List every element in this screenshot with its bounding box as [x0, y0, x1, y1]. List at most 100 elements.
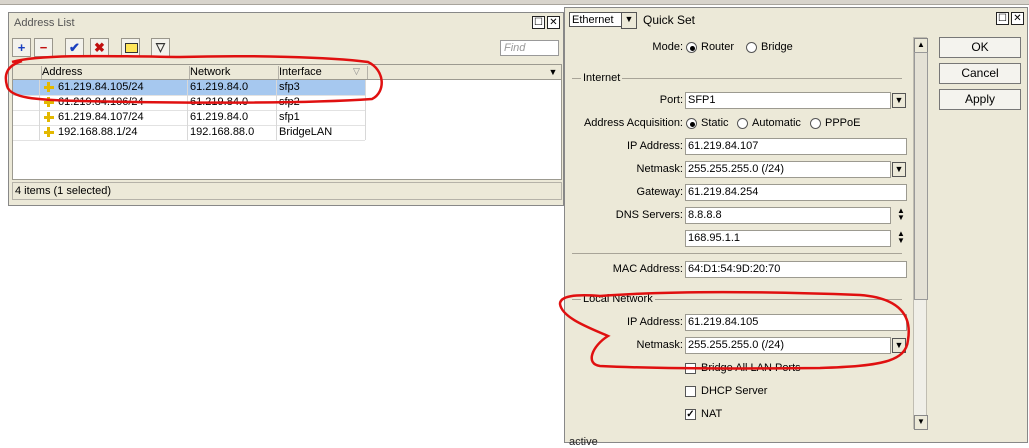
address-acquisition-label: Address Acquisition: [583, 117, 683, 129]
dns-server-2-input[interactable]: 168.95.1.1 [685, 230, 891, 247]
vertical-scrollbar[interactable]: ▲ ▼ [913, 37, 928, 430]
acq-pppoe-radio[interactable] [810, 118, 821, 129]
mode-bridge-label: Bridge [761, 41, 793, 53]
address-icon [44, 97, 54, 107]
netmask-label: Netmask: [636, 163, 683, 175]
mode-router-radio[interactable] [686, 42, 697, 53]
local-netmask-select[interactable]: 255.255.255.0 (/24) [685, 337, 891, 354]
dropdown-arrow-icon[interactable]: ▼ [892, 338, 906, 353]
ip-address-label: IP Address: [626, 140, 683, 152]
table-row[interactable]: 192.168.88.1/24 192.168.88.0 BridgeLAN [13, 125, 365, 141]
ip-address-input[interactable]: 61.219.84.107 [685, 138, 907, 155]
dropdown-arrow-icon[interactable]: ▼ [621, 12, 637, 29]
acq-pppoe-label: PPPoE [825, 117, 861, 129]
cell-address: 61.219.84.107/24 [58, 111, 144, 123]
internet-section-title: Internet [581, 72, 623, 84]
dhcp-server-checkbox[interactable] [685, 386, 696, 397]
local-ip-address-input[interactable]: 61.219.84.105 [685, 314, 907, 331]
gateway-label: Gateway: [636, 186, 683, 198]
column-divider [39, 80, 40, 140]
column-filter-icon[interactable]: ▽ [353, 66, 360, 77]
cell-network: 61.219.84.0 [190, 96, 249, 108]
scroll-down-arrow-icon[interactable]: ▼ [914, 415, 928, 430]
cell-address: 192.168.88.1/24 [58, 126, 138, 138]
remove-icon[interactable]: − [34, 38, 53, 57]
scroll-thumb[interactable] [914, 52, 928, 300]
table-row[interactable]: 61.219.84.105/24 61.219.84.0 sfp3 [13, 80, 365, 96]
status-bar: 4 items (1 selected) [12, 182, 562, 200]
column-address[interactable]: Address [40, 66, 190, 79]
cell-address: 61.219.84.105/24 [58, 81, 144, 93]
acq-static-label: Static [701, 117, 729, 129]
nat-label: NAT [701, 408, 723, 420]
bridge-all-lan-ports-checkbox[interactable] [685, 363, 696, 374]
cell-interface: sfp2 [279, 96, 300, 108]
address-list-titlebar[interactable]: Address List ☐ ✕ [9, 13, 563, 33]
maximize-button[interactable]: ☐ [996, 12, 1009, 25]
acq-automatic-radio[interactable] [737, 118, 748, 129]
window-title: Address List [14, 17, 75, 29]
table-row[interactable]: 61.219.84.107/24 61.219.84.0 sfp1 [13, 110, 365, 126]
dns-server-1-input[interactable]: 8.8.8.8 [685, 207, 891, 224]
gateway-input[interactable]: 61.219.84.254 [685, 184, 907, 201]
cell-interface: sfp3 [279, 81, 300, 93]
column-divider [276, 80, 277, 140]
dropdown-arrow-icon[interactable]: ▼ [892, 162, 906, 177]
mac-address-label: MAC Address: [612, 263, 683, 275]
address-icon [44, 112, 54, 122]
cell-network: 61.219.84.0 [190, 81, 249, 93]
comment-icon[interactable] [121, 38, 140, 57]
bridge-all-lan-ports-label: Bridge All LAN Ports [701, 362, 801, 374]
mode-label: Mode: [652, 41, 683, 53]
columns-dropdown-icon[interactable]: ▼ [546, 65, 560, 79]
port-label: Port: [659, 94, 683, 106]
section-divider [572, 253, 902, 254]
mac-address-input[interactable]: 64:D1:54:9D:20:70 [685, 261, 907, 278]
netmask-select[interactable]: 255.255.255.0 (/24) [685, 161, 891, 178]
dhcp-server-label: DHCP Server [701, 385, 768, 397]
cell-address: 61.219.84.106/24 [58, 96, 144, 108]
column-divider [365, 80, 366, 140]
local-network-section-title: Local Network [581, 293, 655, 305]
quick-set-window: Ethernet ▼ Quick Set ☐ ✕ Mode: Router Br… [564, 7, 1028, 448]
acq-static-radio[interactable] [686, 118, 697, 129]
add-icon[interactable]: + [12, 38, 31, 57]
mode-router-label: Router [701, 41, 735, 53]
cell-network: 61.219.84.0 [190, 111, 249, 123]
scroll-up-arrow-icon[interactable]: ▲ [914, 38, 928, 53]
local-netmask-label: Netmask: [636, 339, 683, 351]
cell-interface: sfp1 [279, 111, 300, 123]
nat-checkbox[interactable]: ✓ [685, 409, 696, 420]
table-header: Address Network Interface ▽ ▼ [13, 65, 561, 80]
dropdown-arrow-icon[interactable]: ▼ [892, 93, 906, 108]
up-down-arrows-icon[interactable]: ▲ ▼ [895, 230, 907, 247]
enable-check-icon[interactable]: ✔ [65, 38, 84, 57]
apply-button[interactable]: Apply [939, 89, 1021, 110]
address-icon [44, 127, 54, 137]
address-icon [44, 82, 54, 92]
mode-select[interactable]: Ethernet ▼ [569, 12, 637, 29]
cell-interface: BridgeLAN [279, 126, 333, 138]
maximize-button[interactable]: ☐ [532, 16, 545, 29]
address-list-window: Address List ☐ ✕ + − ✔ ✖ ▽ Find Address … [8, 12, 564, 206]
filter-icon[interactable]: ▽ [151, 38, 170, 57]
close-button[interactable]: ✕ [547, 16, 560, 29]
up-down-arrows-icon[interactable]: ▲ ▼ [895, 207, 907, 224]
column-divider [187, 80, 188, 140]
disable-x-icon[interactable]: ✖ [90, 38, 109, 57]
close-button[interactable]: ✕ [1011, 12, 1024, 25]
address-table: Address Network Interface ▽ ▼ 61.219.84.… [12, 64, 562, 180]
cancel-button[interactable]: Cancel [939, 63, 1021, 84]
ok-button[interactable]: OK [939, 37, 1021, 58]
local-network-section-header: Local Network [569, 293, 905, 305]
table-row[interactable]: 61.219.84.106/24 61.219.84.0 sfp2 [13, 95, 365, 111]
status-text: active [569, 436, 598, 448]
port-select[interactable]: SFP1 [685, 92, 891, 109]
header-handle[interactable] [13, 66, 42, 79]
column-network[interactable]: Network [188, 66, 279, 79]
acq-automatic-label: Automatic [752, 117, 801, 129]
find-input[interactable]: Find [500, 40, 559, 56]
cell-network: 192.168.88.0 [190, 126, 255, 138]
local-ip-address-label: IP Address: [626, 316, 683, 328]
mode-bridge-radio[interactable] [746, 42, 757, 53]
